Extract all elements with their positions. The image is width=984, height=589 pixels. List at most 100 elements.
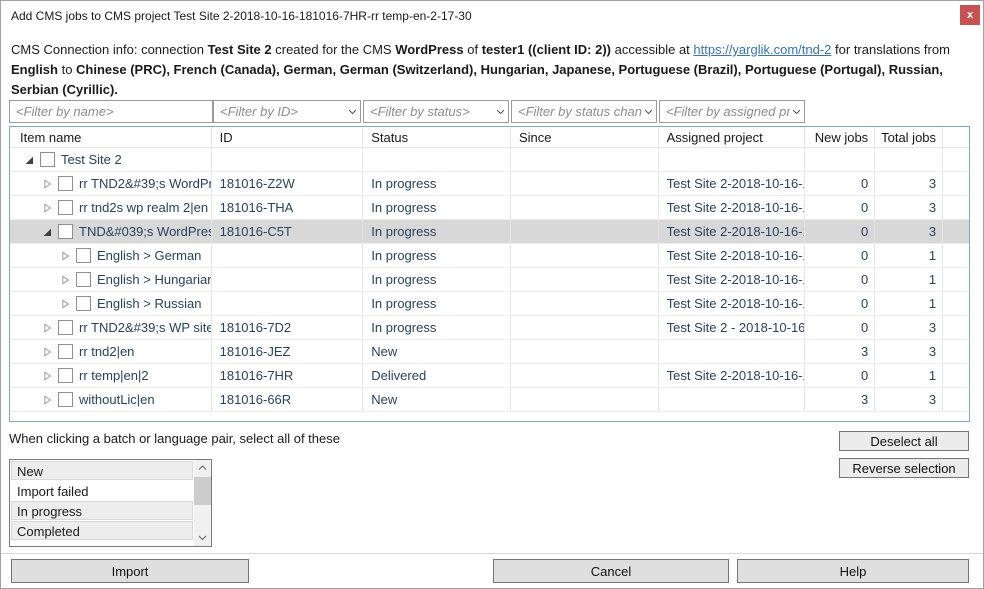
table-row[interactable]: rr temp|en|2 181016-7HR Delivered Test S… <box>10 364 969 388</box>
expander-collapsed-icon[interactable] <box>42 371 52 381</box>
expander-expanded-icon[interactable] <box>24 155 34 165</box>
filter-by-id[interactable] <box>213 100 361 123</box>
column-header-new-jobs[interactable]: New jobs <box>805 127 875 147</box>
item-name-cell: rr TND2&#39;s WP site... <box>10 316 212 339</box>
item-name-label: rr temp|en|2 <box>79 368 149 383</box>
expander-collapsed-icon[interactable] <box>60 299 70 309</box>
item-name-cell: English > Russian <box>10 292 212 315</box>
expander-expanded-icon[interactable] <box>42 227 52 237</box>
since-cell <box>511 292 659 315</box>
row-checkbox[interactable] <box>76 248 91 263</box>
row-checkbox[interactable] <box>76 272 91 287</box>
item-name-label: Test Site 2 <box>61 152 122 167</box>
chevron-down-icon[interactable] <box>792 109 801 115</box>
info-segment: for translations from <box>835 42 950 57</box>
row-checkbox[interactable] <box>58 224 73 239</box>
table-row[interactable]: rr tnd2|en 181016-JEZ New 3 3 <box>10 340 969 364</box>
table-row[interactable]: Test Site 2 <box>10 148 969 172</box>
status-list-item[interactable]: Completed <box>11 521 193 540</box>
expander-collapsed-icon[interactable] <box>60 275 70 285</box>
item-name-label: English > German <box>97 248 201 263</box>
assigned-project-cell: Test Site 2-2018-10-16-18 <box>659 292 806 315</box>
column-header-assigned-project[interactable]: Assigned project <box>659 127 806 147</box>
row-checkbox[interactable] <box>58 200 73 215</box>
scroll-down-icon[interactable] <box>194 530 211 546</box>
status-list-item[interactable]: Import failed <box>11 481 193 500</box>
id-cell <box>212 268 364 291</box>
row-checkbox[interactable] <box>58 344 73 359</box>
help-button[interactable]: Help <box>737 559 969 583</box>
filter-by-assigned-project-input[interactable] <box>660 101 804 122</box>
chevron-down-icon[interactable] <box>496 109 505 115</box>
row-checkbox[interactable] <box>40 152 55 167</box>
since-cell <box>511 388 659 411</box>
info-segment[interactable]: https://yarglik.com/tnd-2 <box>693 42 831 57</box>
new-jobs-cell: 0 <box>805 316 875 339</box>
table-row[interactable]: TND&#039;s WordPress... 181016-C5T In pr… <box>10 220 969 244</box>
deselect-all-button[interactable]: Deselect all <box>839 431 969 451</box>
table-row[interactable]: rr TND2&#39;s WordPr... 181016-Z2W In pr… <box>10 172 969 196</box>
table-header: Item name ID Status Since Assigned proje… <box>10 127 969 148</box>
column-header-total-jobs[interactable]: Total jobs <box>875 127 943 147</box>
column-header-item-name[interactable]: Item name <box>10 127 212 147</box>
column-header-id[interactable]: ID <box>212 127 364 147</box>
status-list-item[interactable]: In progress <box>11 501 193 520</box>
chevron-down-icon[interactable] <box>348 109 357 115</box>
chevron-down-icon[interactable] <box>644 109 653 115</box>
assigned-project-cell <box>659 148 806 171</box>
since-cell <box>511 196 659 219</box>
id-cell <box>212 244 364 267</box>
expander-collapsed-icon[interactable] <box>42 347 52 357</box>
close-button[interactable]: x <box>960 5 980 25</box>
row-checkbox[interactable] <box>76 296 91 311</box>
table-row[interactable]: English > Hungarian In progress Test Sit… <box>10 268 969 292</box>
filter-by-name-input[interactable] <box>10 101 212 122</box>
close-icon: x <box>967 9 973 21</box>
expander-collapsed-icon[interactable] <box>42 323 52 333</box>
filter-by-assigned-project[interactable] <box>659 100 805 123</box>
filter-by-status-input[interactable] <box>364 101 508 122</box>
expander-collapsed-icon[interactable] <box>42 203 52 213</box>
listbox-scrollbar[interactable] <box>194 460 211 546</box>
item-name-label: rr TND2&#39;s WordPr... <box>79 176 211 191</box>
assigned-project-cell <box>659 388 806 411</box>
info-segment: tester1 ((client ID: 2)) <box>482 42 611 57</box>
filter-by-status-changed-input[interactable] <box>512 101 656 122</box>
connection-info: CMS Connection info: connection Test Sit… <box>11 40 975 100</box>
scroll-up-icon[interactable] <box>194 460 211 476</box>
reverse-selection-button[interactable]: Reverse selection <box>839 458 969 478</box>
new-jobs-cell: 0 <box>805 364 875 387</box>
expander-collapsed-icon[interactable] <box>42 395 52 405</box>
info-segment: accessible at <box>615 42 694 57</box>
row-checkbox[interactable] <box>58 320 73 335</box>
column-header-since[interactable]: Since <box>511 127 659 147</box>
table-row[interactable]: rr tnd2s wp realm 2|en 181016-THA In pro… <box>10 196 969 220</box>
assigned-project-cell: Test Site 2-2018-10-16-18 <box>659 196 806 219</box>
status-list-item[interactable]: New <box>11 461 193 480</box>
expander-collapsed-icon[interactable] <box>60 251 70 261</box>
table-row[interactable]: English > German In progress Test Site 2… <box>10 244 969 268</box>
new-jobs-cell: 0 <box>805 172 875 195</box>
since-cell <box>511 316 659 339</box>
table-row[interactable]: rr TND2&#39;s WP site... 181016-7D2 In p… <box>10 316 969 340</box>
row-checkbox[interactable] <box>58 392 73 407</box>
total-jobs-cell <box>875 148 943 171</box>
cancel-button[interactable]: Cancel <box>493 559 729 583</box>
row-checkbox[interactable] <box>58 176 73 191</box>
column-header-status[interactable]: Status <box>363 127 511 147</box>
item-name-label: English > Hungarian <box>97 272 211 287</box>
item-name-cell: rr temp|en|2 <box>10 364 212 387</box>
row-checkbox[interactable] <box>58 368 73 383</box>
scrollbar-thumb[interactable] <box>194 477 211 505</box>
total-jobs-cell: 3 <box>875 340 943 363</box>
status-listbox[interactable]: New Import failed In progress Completed <box>9 459 212 547</box>
filter-by-status[interactable] <box>363 100 509 123</box>
table-row[interactable]: withoutLic|en 181016-66R New 3 3 <box>10 388 969 412</box>
import-button[interactable]: Import <box>11 559 249 583</box>
filter-by-name[interactable] <box>9 100 213 123</box>
title-bar: Add CMS jobs to CMS project Test Site 2-… <box>1 1 983 31</box>
table-row[interactable]: English > Russian In progress Test Site … <box>10 292 969 316</box>
filter-by-status-changed[interactable] <box>511 100 657 123</box>
expander-collapsed-icon[interactable] <box>42 179 52 189</box>
filter-by-id-input[interactable] <box>214 101 360 122</box>
